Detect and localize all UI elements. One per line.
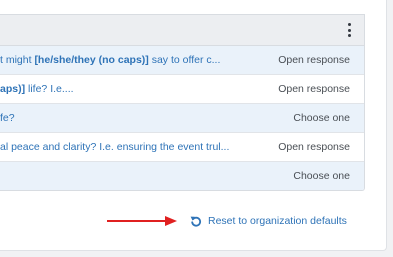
table-row[interactable]: t might [he/she/they (no caps)] say to o… [0,46,364,75]
response-type: Choose one [293,112,350,124]
reset-to-defaults-link[interactable]: Reset to organization defaults [190,215,347,227]
response-type: Open response [278,54,350,66]
settings-card: t might [he/she/they (no caps)] say to o… [0,0,387,251]
table-row[interactable]: fe? Choose one [0,104,364,133]
question-text[interactable]: t might [he/she/they (no caps)] say to o… [0,54,255,66]
questions-table: t might [he/she/they (no caps)] say to o… [0,14,365,191]
table-header [0,14,364,46]
card-footer: Reset to organization defaults [0,206,386,236]
kebab-menu-icon[interactable] [347,23,351,37]
table-row[interactable]: aps)] life? I.e.... Open response [0,75,364,104]
response-type: Open response [278,141,350,153]
table-row[interactable]: al peace and clarity? I.e. ensuring the … [0,133,364,162]
reset-label: Reset to organization defaults [208,215,347,227]
response-type: Choose one [293,170,350,182]
table-row[interactable]: Choose one [0,162,364,190]
question-text[interactable]: fe? [0,112,255,124]
undo-icon [190,216,202,227]
red-arrow-annotation-icon [107,216,177,226]
question-text[interactable]: aps)] life? I.e.... [0,83,255,95]
response-type: Open response [278,83,350,95]
question-text[interactable]: al peace and clarity? I.e. ensuring the … [0,141,255,153]
